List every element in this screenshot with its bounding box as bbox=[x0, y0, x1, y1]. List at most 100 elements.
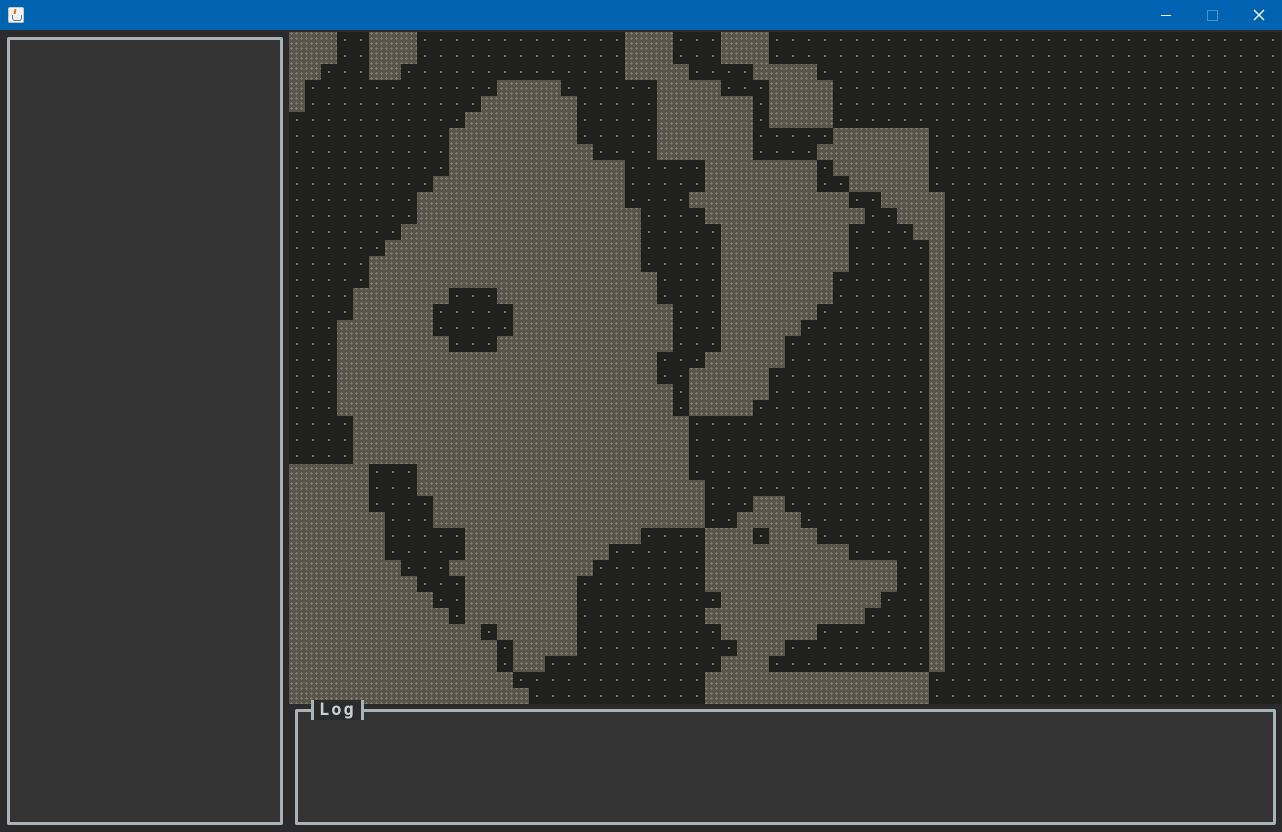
floor-tile-run bbox=[721, 272, 833, 288]
floor-tile-run bbox=[705, 608, 865, 624]
floor-tile-run bbox=[929, 240, 945, 256]
java-cup-icon[interactable] bbox=[8, 7, 24, 23]
floor-tile-run bbox=[721, 32, 769, 48]
floor-tile-run bbox=[737, 512, 801, 528]
floor-tile-run bbox=[881, 192, 945, 208]
floor-tile-run bbox=[817, 144, 929, 160]
floor-tile-run bbox=[705, 688, 929, 704]
floor-tile-run bbox=[657, 112, 753, 128]
floor-tile-run bbox=[929, 464, 945, 480]
floor-tile-run bbox=[497, 80, 561, 96]
floor-tile-run bbox=[417, 208, 641, 224]
floor-tile-run bbox=[289, 48, 337, 64]
floor-tile-run bbox=[929, 608, 945, 624]
floor-tile-run bbox=[513, 640, 577, 656]
floor-tile-run bbox=[289, 640, 497, 656]
floor-tile-run bbox=[929, 448, 945, 464]
floor-tile-run bbox=[369, 272, 657, 288]
floor-tile-run bbox=[897, 208, 945, 224]
floor-tile-run bbox=[289, 544, 385, 560]
minimize-button[interactable] bbox=[1143, 0, 1189, 30]
floor-tile-run bbox=[401, 224, 641, 240]
floor-tile-run bbox=[913, 224, 945, 240]
floor-tile-run bbox=[753, 496, 785, 512]
floor-tile-run bbox=[369, 64, 401, 80]
floor-tile-run bbox=[721, 336, 785, 352]
floor-tile-run bbox=[289, 496, 369, 512]
log-panel: Log bbox=[295, 700, 1276, 825]
floor-tile-run bbox=[433, 496, 705, 512]
floor-tile-run bbox=[721, 256, 849, 272]
floor-tile-run bbox=[433, 512, 705, 528]
floor-tile-run bbox=[929, 304, 945, 320]
floor-tile-run bbox=[705, 544, 849, 560]
floor-tile-run bbox=[417, 192, 625, 208]
floor-tile-run bbox=[705, 672, 929, 688]
floor-tile-run bbox=[417, 480, 705, 496]
floor-tile-run bbox=[449, 560, 593, 576]
floor-tile-run bbox=[513, 320, 673, 336]
floor-tile-run bbox=[337, 352, 657, 368]
floor-tile-run bbox=[769, 96, 833, 112]
floor-tile-run bbox=[833, 128, 929, 144]
floor-tile-run bbox=[929, 496, 945, 512]
floor-tile-run bbox=[289, 560, 401, 576]
floor-tile-run bbox=[337, 400, 673, 416]
floor-tile-run bbox=[289, 624, 481, 640]
close-button[interactable] bbox=[1236, 0, 1282, 30]
floor-tile-run bbox=[289, 656, 497, 672]
floor-tile-run bbox=[513, 656, 545, 672]
floor-tile-run bbox=[289, 96, 305, 112]
floor-tile-run bbox=[353, 432, 689, 448]
floor-tile-run bbox=[289, 32, 337, 48]
floor-tile-run bbox=[769, 80, 833, 96]
floor-tile-run bbox=[833, 160, 929, 176]
floor-tile-run bbox=[929, 352, 945, 368]
floor-tile-run bbox=[721, 240, 849, 256]
floor-tile-run bbox=[929, 256, 945, 272]
floor-tile-run bbox=[497, 288, 657, 304]
floor-tile-run bbox=[929, 384, 945, 400]
floor-tile-run bbox=[481, 96, 577, 112]
floor-tile-run bbox=[929, 624, 945, 640]
floor-tile-run bbox=[289, 608, 449, 624]
floor-tile-run bbox=[929, 320, 945, 336]
floor-tile-run bbox=[337, 368, 657, 384]
floor-tile-run bbox=[689, 192, 849, 208]
floor-tile-run bbox=[289, 480, 369, 496]
floor-tile-run bbox=[353, 448, 689, 464]
floor-tile-run bbox=[657, 144, 753, 160]
floor-tile-run bbox=[337, 336, 449, 352]
floor-tile-run bbox=[929, 480, 945, 496]
floor-tile-run bbox=[689, 384, 769, 400]
close-icon bbox=[1253, 9, 1265, 21]
floor-tile-run bbox=[705, 528, 753, 544]
floor-tile-run bbox=[721, 592, 881, 608]
floor-tile-run bbox=[513, 304, 673, 320]
floor-tile-run bbox=[289, 672, 513, 688]
log-title: Log bbox=[311, 700, 364, 720]
floor-tile-run bbox=[289, 80, 305, 96]
floor-tile-run bbox=[289, 576, 417, 592]
floor-tile-run bbox=[721, 304, 817, 320]
floor-tile-run bbox=[929, 288, 945, 304]
floor-tile-run bbox=[721, 224, 849, 240]
floor-tile-run bbox=[433, 176, 625, 192]
floor-tile-run bbox=[689, 400, 753, 416]
floor-tile-run bbox=[929, 432, 945, 448]
floor-tile-run bbox=[721, 656, 769, 672]
floor-tile-run bbox=[289, 64, 321, 80]
maximize-button bbox=[1189, 0, 1235, 30]
floor-tile-run bbox=[929, 336, 945, 352]
status-side-panel bbox=[7, 37, 283, 825]
floor-tile-run bbox=[929, 416, 945, 432]
floor-tile-run bbox=[289, 592, 433, 608]
game-map[interactable] bbox=[289, 32, 1281, 704]
floor-tile-run bbox=[385, 240, 641, 256]
floor-tile-run bbox=[337, 384, 673, 400]
floor-tile-run bbox=[289, 528, 385, 544]
floor-tile-run bbox=[465, 112, 577, 128]
floor-tile-run bbox=[465, 592, 577, 608]
floor-tile-run bbox=[929, 368, 945, 384]
floor-tile-run bbox=[753, 64, 817, 80]
